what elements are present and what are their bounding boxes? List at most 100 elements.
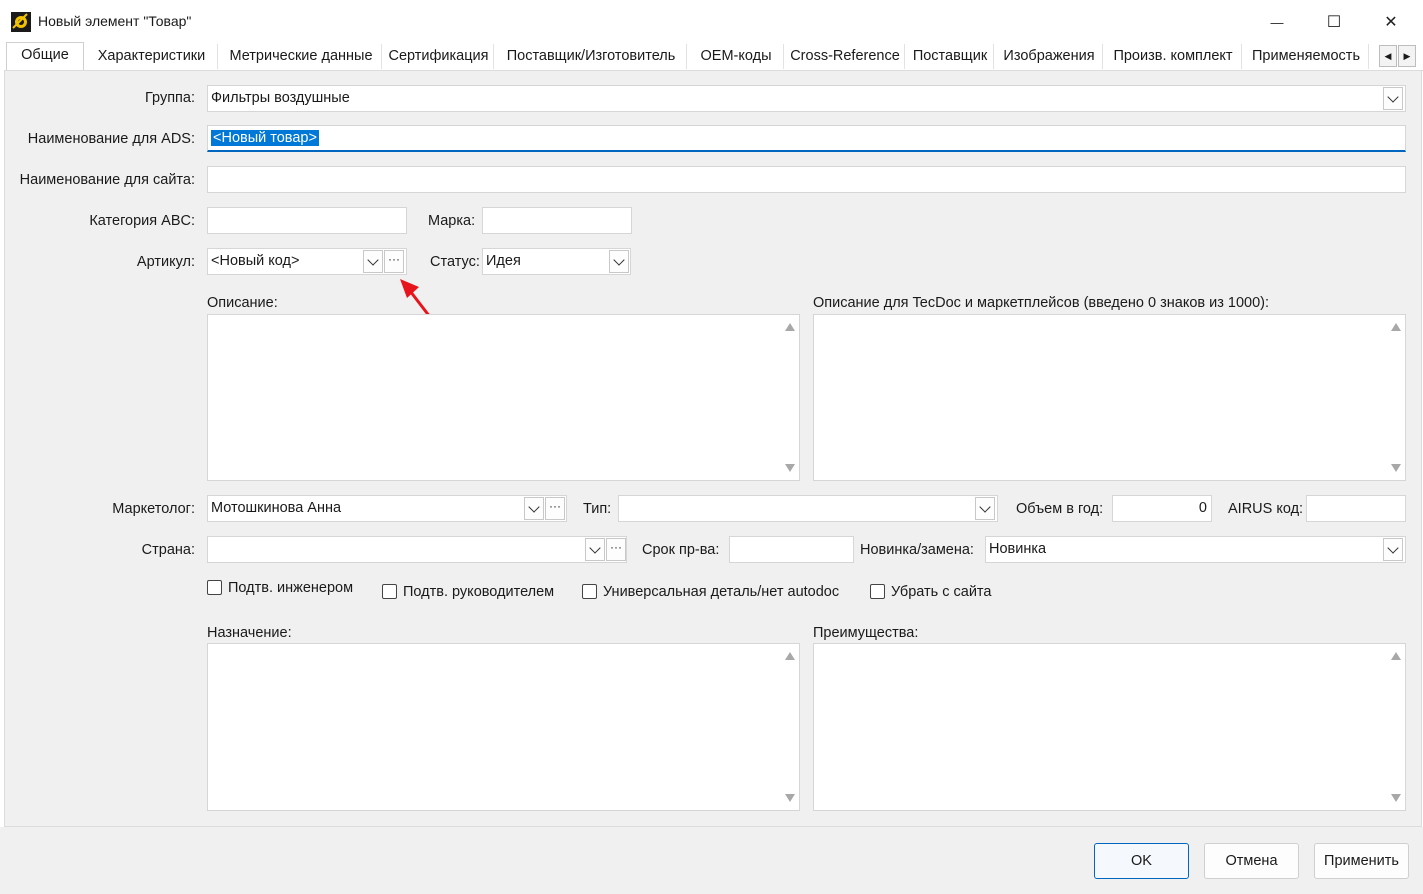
window-title: Новый элемент "Товар"	[38, 13, 192, 29]
marketer-dropdown-button[interactable]	[524, 497, 544, 520]
chevron-down-icon	[367, 253, 379, 266]
airus-code-input[interactable]	[1306, 495, 1406, 522]
purpose-label: Назначение:	[207, 625, 292, 641]
site-name-input[interactable]	[207, 166, 1406, 193]
manager-approved-checkbox[interactable]	[382, 584, 397, 599]
brand-label: Марка:	[428, 213, 476, 229]
engineer-approved-checkbox[interactable]	[207, 580, 222, 595]
novelty-dropdown-button[interactable]	[1383, 538, 1403, 561]
type-label: Тип:	[583, 501, 612, 517]
ads-name-value: <Новый товар>	[211, 130, 319, 146]
chevron-down-icon	[979, 500, 991, 513]
tab-scroll-left-icon[interactable]: ◀	[1379, 45, 1397, 67]
volume-input[interactable]: 0	[1112, 495, 1212, 522]
article-dropdown-button[interactable]	[363, 250, 383, 273]
tecdoc-description-textarea[interactable]	[813, 314, 1406, 481]
maximize-icon: ☐	[1326, 14, 1342, 31]
tab-cross-reference[interactable]: Cross-Reference	[786, 44, 905, 69]
tab-production-kit[interactable]: Произв. комплект	[1105, 44, 1242, 69]
scroll-up-icon[interactable]	[1391, 652, 1401, 660]
tab-supplier[interactable]: Поставщик	[907, 44, 994, 69]
lead-time-input[interactable]	[729, 536, 854, 563]
app-logo-icon	[11, 12, 31, 32]
marketer-label: Маркетолог:	[112, 501, 195, 517]
apply-button[interactable]: Применить	[1314, 843, 1409, 879]
chevron-down-icon	[1387, 541, 1399, 554]
tab-applicability[interactable]: Применяемость	[1244, 44, 1369, 69]
tab-metric-data[interactable]: Метрические данные	[221, 44, 382, 69]
ok-button[interactable]: OK	[1094, 843, 1189, 879]
advantages-textarea[interactable]	[813, 643, 1406, 811]
group-value: Фильтры воздушные	[211, 90, 350, 106]
tab-oem-codes[interactable]: OEM-коды	[689, 44, 784, 69]
scroll-down-icon[interactable]	[785, 794, 795, 802]
purpose-textarea[interactable]	[207, 643, 800, 811]
close-icon: ✕	[1384, 14, 1398, 31]
tab-overflow	[1371, 44, 1377, 69]
chevron-down-icon	[613, 253, 625, 266]
universal-part-checkbox[interactable]	[582, 584, 597, 599]
site-name-label: Наименование для сайта:	[19, 172, 195, 188]
abc-category-label: Категория ABC:	[89, 213, 195, 229]
lead-time-label: Срок пр-ва:	[642, 542, 720, 558]
chevron-down-icon	[1387, 90, 1399, 103]
tecdoc-description-label: Описание для TecDoc и маркетплейсов (вве…	[813, 295, 1270, 311]
universal-part-label[interactable]: Универсальная деталь/нет autodoc	[603, 584, 839, 600]
novelty-value: Новинка	[989, 541, 1047, 557]
airus-label: AIRUS код:	[1228, 501, 1304, 517]
scroll-down-icon[interactable]	[1391, 794, 1401, 802]
status-dropdown-button[interactable]	[609, 250, 629, 273]
article-choose-button[interactable]: ···	[384, 250, 404, 273]
tab-supplier-manufacturer[interactable]: Поставщик/Изготовитель	[496, 44, 687, 69]
brand-input[interactable]	[482, 207, 632, 234]
country-choose-button[interactable]: ···	[606, 538, 626, 561]
marketer-value: Мотошкинова Анна	[211, 500, 342, 516]
group-label: Группа:	[145, 90, 195, 106]
abc-category-input[interactable]	[207, 207, 407, 234]
minimize-button[interactable]: —	[1248, 0, 1306, 44]
type-dropdown-button[interactable]	[975, 497, 995, 520]
volume-label: Объем в год:	[1016, 501, 1104, 517]
chevron-down-icon	[589, 541, 601, 554]
novelty-select[interactable]: Новинка	[985, 536, 1406, 563]
tab-general[interactable]: Общие	[6, 42, 84, 72]
article-value: <Новый код>	[211, 253, 300, 269]
scroll-up-icon[interactable]	[785, 323, 795, 331]
ads-name-input[interactable]: <Новый товар>	[207, 125, 1406, 152]
article-label: Артикул:	[136, 254, 195, 270]
scroll-up-icon[interactable]	[785, 652, 795, 660]
manager-approved-label[interactable]: Подтв. руководителем	[403, 584, 554, 600]
chevron-down-icon	[528, 500, 540, 513]
remove-from-site-label[interactable]: Убрать с сайта	[891, 584, 991, 600]
marketer-choose-button[interactable]: ···	[545, 497, 565, 520]
marketer-select[interactable]: Мотошкинова Анна	[207, 495, 567, 522]
tab-certification[interactable]: Сертификация	[384, 44, 494, 69]
tab-characteristics[interactable]: Характеристики	[86, 44, 218, 69]
maximize-button[interactable]: ☐	[1305, 0, 1363, 44]
country-select[interactable]	[207, 536, 627, 563]
scroll-down-icon[interactable]	[785, 464, 795, 472]
close-button[interactable]: ✕	[1362, 0, 1420, 44]
minimize-icon: —	[1270, 14, 1284, 30]
description-label: Описание:	[207, 295, 278, 311]
scroll-down-icon[interactable]	[1391, 464, 1401, 472]
cancel-button[interactable]: Отмена	[1204, 843, 1299, 879]
country-dropdown-button[interactable]	[585, 538, 605, 561]
ads-name-label: Наименование для ADS:	[27, 131, 195, 147]
description-textarea[interactable]	[207, 314, 800, 481]
tab-scroll-right-icon[interactable]: ▶	[1398, 45, 1416, 67]
country-label: Страна:	[141, 542, 195, 558]
status-value: Идея	[486, 253, 521, 269]
group-dropdown-button[interactable]	[1383, 87, 1403, 110]
volume-value: 0	[1198, 500, 1207, 516]
tab-images[interactable]: Изображения	[996, 44, 1103, 69]
remove-from-site-checkbox[interactable]	[870, 584, 885, 599]
type-select[interactable]	[618, 495, 998, 522]
advantages-label: Преимущества:	[813, 625, 919, 641]
novelty-label: Новинка/замена:	[860, 542, 974, 558]
engineer-approved-label[interactable]: Подтв. инженером	[228, 580, 353, 596]
group-select[interactable]: Фильтры воздушные	[207, 85, 1406, 112]
scroll-up-icon[interactable]	[1391, 323, 1401, 331]
title-bar	[0, 0, 1423, 44]
status-label: Статус:	[430, 254, 480, 270]
